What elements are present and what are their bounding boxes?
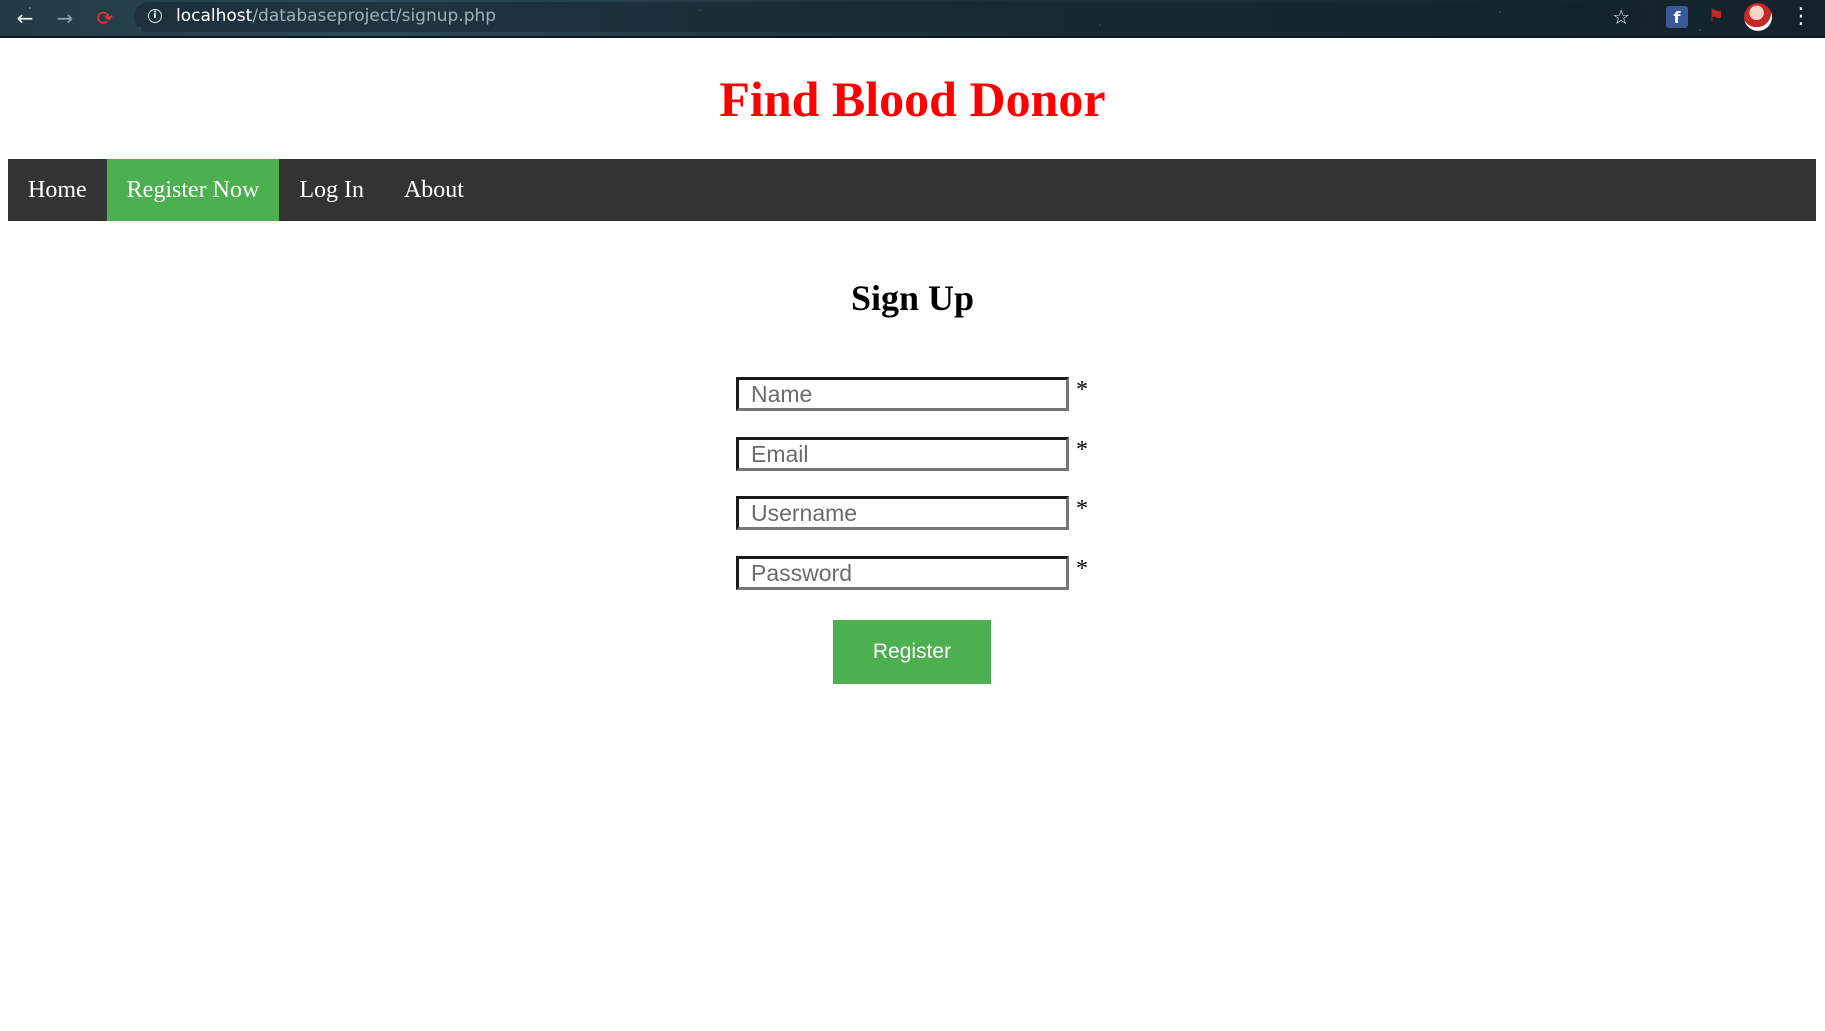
password-field-row: *: [736, 556, 1088, 590]
required-marker: *: [1076, 437, 1088, 463]
avatar[interactable]: [1744, 3, 1772, 31]
nav-item-about[interactable]: About: [384, 159, 484, 221]
info-icon[interactable]: i: [148, 9, 162, 23]
address-bar[interactable]: i localhost/databaseproject/signup.php ☆: [134, 2, 1644, 32]
forward-arrow-icon[interactable]: →: [52, 5, 78, 31]
browser-toolbar: ← → ⟳ i localhost/databaseproject/signup…: [0, 0, 1825, 38]
navbar: Home Register Now Log In About: [8, 159, 1816, 221]
required-marker: *: [1076, 377, 1088, 403]
url-path: /databaseproject/signup.php: [252, 6, 497, 26]
menu-icon[interactable]: ⋮: [1790, 4, 1812, 30]
nav-item-home[interactable]: Home: [8, 159, 107, 221]
name-field-row: *: [736, 377, 1088, 411]
url-text[interactable]: localhost/databaseproject/signup.php: [176, 6, 496, 26]
username-field-row: *: [736, 496, 1088, 530]
form-title: Sign Up: [850, 278, 975, 318]
site-title: Find Blood Donor: [719, 71, 1106, 127]
required-marker: *: [1076, 556, 1088, 582]
register-button[interactable]: Register: [833, 620, 991, 684]
email-field-row: *: [736, 437, 1088, 471]
reload-icon[interactable]: ⟳: [92, 5, 118, 31]
url-host: localhost: [176, 6, 253, 26]
name-field[interactable]: [736, 377, 1069, 411]
nav-item-register-now[interactable]: Register Now: [106, 159, 280, 221]
nav-item-log-in[interactable]: Log In: [279, 159, 384, 221]
back-arrow-icon[interactable]: ←: [12, 5, 38, 31]
facebook-icon[interactable]: f: [1666, 6, 1688, 28]
star-icon[interactable]: ☆: [1612, 5, 1630, 29]
username-field[interactable]: [736, 496, 1069, 530]
password-field[interactable]: [736, 556, 1069, 590]
email-field[interactable]: [736, 437, 1069, 471]
required-marker: *: [1076, 496, 1088, 522]
extension-icon[interactable]: ⚑: [1705, 6, 1727, 28]
